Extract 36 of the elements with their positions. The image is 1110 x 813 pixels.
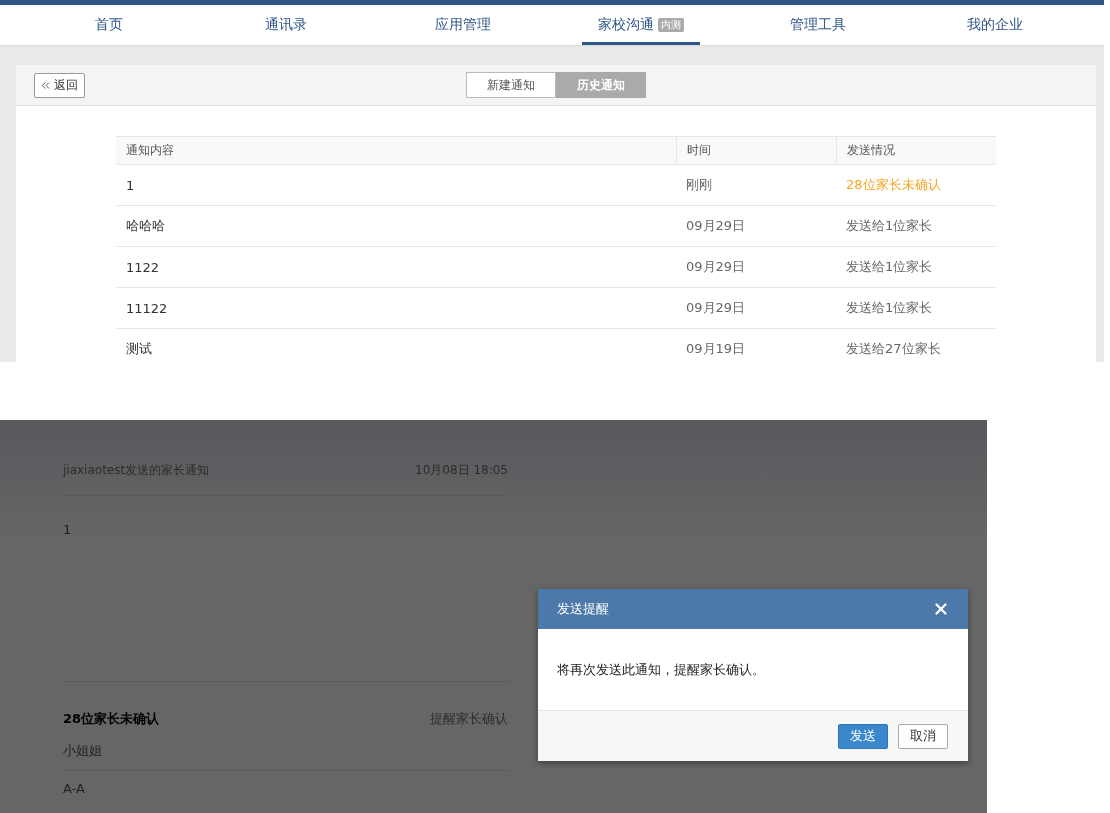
- table-cell: 09月19日: [686, 340, 746, 358]
- table-cell: 28位家长未确认: [846, 176, 941, 194]
- table-cell: 哈哈哈: [126, 217, 165, 235]
- nav-tab[interactable]: 管理工具: [774, 5, 862, 45]
- cancel-button[interactable]: 取消: [898, 723, 948, 749]
- parent-name: 小姐姐: [63, 743, 102, 758]
- nav-tab[interactable]: 家校沟通 内测: [581, 5, 700, 45]
- table-cell: 11122: [126, 300, 168, 316]
- nav-tab[interactable]: 首页: [78, 5, 139, 45]
- table-cell: 发送给1位家长: [846, 258, 933, 276]
- back-button[interactable]: 返回: [34, 72, 85, 98]
- column-header: 通知内容: [126, 142, 174, 159]
- segment-tab[interactable]: 新建通知: [466, 72, 556, 98]
- beta-badge: 内测: [657, 18, 684, 32]
- table-cell: 发送给1位家长: [846, 217, 933, 235]
- notice-body: 1: [63, 522, 72, 537]
- table-cell: 发送给1位家长: [846, 299, 933, 317]
- table-cell: 09月29日: [686, 299, 746, 317]
- nav-tab[interactable]: 通讯录: [249, 5, 323, 45]
- table-cell: 1122: [126, 259, 160, 275]
- column-header: 时间: [687, 142, 711, 159]
- table-cell: 1: [126, 177, 135, 193]
- parent-name: A-A: [63, 781, 85, 796]
- dialog-title: 发送提醒: [557, 600, 609, 618]
- nav-tab[interactable]: 应用管理: [419, 5, 508, 45]
- nav-tab[interactable]: 我的企业: [951, 5, 1040, 45]
- unconfirmed-title: 28位家长未确认: [63, 710, 160, 728]
- table-cell: 刚刚: [686, 176, 712, 194]
- close-icon[interactable]: [932, 600, 950, 618]
- table-cell: 09月29日: [686, 217, 746, 235]
- dialog-message: 将再次发送此通知，提醒家长确认。: [557, 660, 765, 679]
- send-button[interactable]: 发送: [838, 723, 888, 749]
- table-cell: 发送给27位家长: [846, 340, 941, 358]
- table-cell: 测试: [126, 340, 152, 358]
- table-cell: 09月29日: [686, 258, 746, 276]
- column-header: 发送情况: [847, 142, 895, 159]
